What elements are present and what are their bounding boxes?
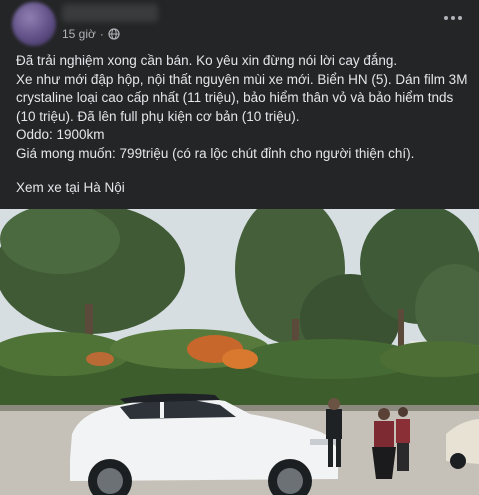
post-meta: 15 giờ · xyxy=(62,27,120,41)
facebook-post: 15 giờ · Đã trải nghiệm xong cần bán. Ko… xyxy=(0,0,479,495)
post-line: Xe như mới đập hộp, nội thất nguyên mùi … xyxy=(16,71,468,124)
post-line: Giá mong muốn: 799triệu (có ra lộc chút … xyxy=(16,145,415,161)
meta-separator: · xyxy=(99,27,104,41)
post-photo[interactable] xyxy=(0,209,479,495)
post-line: Oddo: 1900km xyxy=(16,127,105,143)
post-body: Đã trải nghiệm xong cần bán. Ko yêu xin … xyxy=(16,52,468,164)
post-location: Xem xe tại Hà Nội xyxy=(16,180,125,195)
globe-icon xyxy=(108,28,120,40)
author-avatar[interactable] xyxy=(12,2,56,46)
post-header: 15 giờ · xyxy=(0,0,479,54)
more-options-icon[interactable] xyxy=(441,10,465,26)
post-timestamp[interactable]: 15 giờ xyxy=(62,27,96,41)
author-name-redacted[interactable] xyxy=(62,4,158,22)
post-line: Đã trải nghiệm xong cần bán. Ko yêu xin … xyxy=(16,53,398,68)
car-scene-illustration xyxy=(0,209,479,495)
